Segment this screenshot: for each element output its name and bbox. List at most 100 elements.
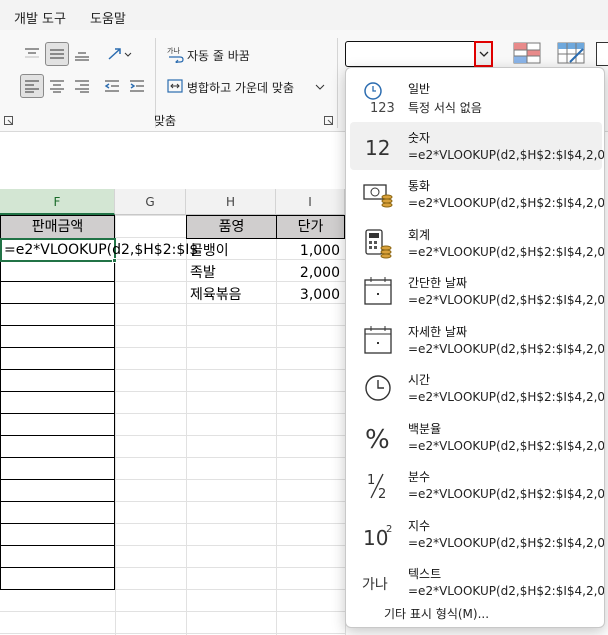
column-header-h[interactable]: H	[186, 189, 276, 215]
align-center-button[interactable]	[45, 74, 69, 98]
format-option-general[interactable]: 123 일반특정 서식 없음	[350, 73, 602, 121]
text-icon: 가나	[360, 564, 396, 600]
number-format-combobox[interactable]	[345, 41, 493, 67]
currency-icon	[360, 176, 396, 212]
product-name[interactable]: 제육볶음	[190, 284, 242, 306]
f-column-cell[interactable]	[0, 347, 115, 370]
f-column-cell[interactable]	[0, 479, 115, 502]
format-option-time[interactable]: 시간 =e2*VLOOKUP(d2,$H$2:$I$4,2,0)	[350, 364, 604, 412]
cell-styles-button[interactable]	[596, 42, 608, 66]
conditional-formatting-button[interactable]	[512, 40, 544, 68]
align-left-icon	[25, 80, 39, 93]
format-option-scientific[interactable]: 10 2 지수 =e2*VLOOKUP(d2,$H$2:$I$4,2,0)	[350, 510, 605, 558]
format-option-text[interactable]: 가나 텍스트 =e2*VLOOKUP(d2,$H$2:$I$4,2,0)	[350, 558, 604, 606]
alignment-group-label: 맞춤	[154, 114, 177, 128]
align-bottom-icon	[75, 52, 89, 61]
menu-bar: 개발 도구 도움말	[0, 0, 608, 30]
align-right-icon	[75, 80, 89, 93]
product-name[interactable]: 골뱅이	[190, 240, 229, 262]
column-header-g[interactable]: G	[115, 189, 186, 215]
align-top-icon	[25, 48, 39, 58]
align-top-button[interactable]	[20, 42, 44, 66]
format-option-sample: =e2*VLOOKUP(d2,$H$2:$I$4,2,0)	[408, 196, 605, 210]
orientation-icon	[108, 48, 132, 60]
column-header-i[interactable]: I	[276, 189, 345, 215]
f-column-cell[interactable]	[0, 413, 115, 436]
format-option-sample: =e2*VLOOKUP(d2,$H$2:$I$4,2,0)	[408, 341, 605, 356]
price-header-cell[interactable]: 단가	[276, 215, 345, 239]
format-option-name: 숫자	[408, 130, 431, 145]
format-option-short-date[interactable]: 간단한 날짜 =e2*VLOOKUP(d2,$H$2:$I$4,2,0)	[350, 267, 604, 315]
format-option-sample: 특정 서식 없음	[408, 101, 482, 115]
format-as-table-icon	[557, 42, 585, 64]
f-header-cell[interactable]: 판매금액	[0, 215, 115, 239]
format-option-sample: =e2*VLOOKUP(d2,$H$2:$I$4,2,0)	[408, 487, 605, 501]
alignment-dialog-launcher-icon[interactable]	[324, 116, 334, 126]
f-column-cell[interactable]	[0, 325, 115, 348]
format-option-number[interactable]: 12 숫자 =e2*VLOOKUP(d2,$H$2:$I$4,2,0)	[350, 121, 604, 170]
f-column-cell[interactable]	[0, 457, 115, 480]
format-as-table-button[interactable]	[556, 40, 588, 68]
general-icon: 123	[360, 79, 396, 115]
svg-text:1: 1	[367, 473, 375, 488]
format-option-name: 일반	[408, 82, 431, 96]
f-column-cell[interactable]	[0, 435, 115, 458]
align-bottom-button[interactable]	[70, 42, 94, 66]
format-option-accounting[interactable]: 회계 =e2*VLOOKUP(d2,$H$2:$I$4,2,0)	[350, 219, 605, 267]
align-right-button[interactable]	[70, 74, 94, 98]
format-option-fraction[interactable]: 1 2 분수 =e2*VLOOKUP(d2,$H$2:$I$4,2,0)	[350, 461, 605, 509]
svg-text:가나: 가나	[362, 577, 388, 593]
f-column-cell[interactable]	[0, 281, 115, 304]
format-option-name: 자세한 날짜	[408, 324, 468, 339]
column-gridline	[186, 215, 187, 635]
menu-developer[interactable]: 개발 도구	[14, 8, 66, 27]
format-option-name: 분수	[408, 470, 431, 484]
svg-text:가나: 가나	[167, 46, 180, 55]
format-option-name: 회계	[408, 227, 431, 242]
align-left-button[interactable]	[20, 74, 44, 98]
format-option-long-date[interactable]: 자세한 날짜 =e2*VLOOKUP(d2,$H$2:$I$4,2,0)	[350, 316, 605, 364]
product-price[interactable]: 3,000	[276, 284, 340, 306]
menu-help[interactable]: 도움말	[90, 8, 126, 27]
short-date-icon	[360, 273, 396, 309]
format-option-currency[interactable]: 통화 =e2*VLOOKUP(d2,$H$2:$I$4,2,0)	[350, 170, 605, 218]
product-header-cell[interactable]: 품영	[186, 215, 276, 239]
f-column-cell[interactable]	[0, 545, 115, 568]
f-column-cell[interactable]	[0, 391, 115, 414]
row-gridline	[0, 611, 345, 612]
f-column-cell[interactable]	[0, 259, 115, 282]
product-price[interactable]: 2,000	[276, 262, 340, 284]
merge-center-button[interactable]: 병합하고 가운데 맞춤	[165, 74, 331, 98]
product-name[interactable]: 족발	[190, 262, 216, 284]
long-date-icon	[360, 322, 396, 358]
format-option-sample: =e2*VLOOKUP(d2,$H$2:$I$4,2,0)	[408, 244, 605, 259]
decrease-indent-button[interactable]	[100, 74, 124, 98]
orientation-button[interactable]	[104, 42, 134, 66]
more-number-formats-link[interactable]: 기타 표시 형식(M)...	[384, 605, 489, 622]
format-option-percent[interactable]: % 백분율 =e2*VLOOKUP(d2,$H$2:$I$4,2,0)	[350, 413, 604, 461]
format-option-sample: =e2*VLOOKUP(d2,$H$2:$I$4,2,0)	[408, 535, 605, 550]
wrap-text-button[interactable]: 가나 자동 줄 바꿈	[165, 42, 275, 66]
column-gridline	[115, 215, 116, 635]
fill-handle[interactable]	[112, 258, 117, 263]
f-column-cell[interactable]	[0, 567, 115, 590]
column-header-f[interactable]: F	[0, 189, 115, 215]
f-column-cell[interactable]	[0, 303, 115, 326]
f-column-cell[interactable]	[0, 523, 115, 546]
f-column-cell[interactable]	[0, 369, 115, 392]
number-format-menu: 123 일반 특정 서식 없음 12 숫자 =e2*VLOOKUP(d2,$H$2:$I$…	[345, 67, 605, 628]
accounting-icon	[360, 225, 396, 261]
svg-text:2: 2	[378, 487, 386, 502]
increase-indent-button[interactable]	[125, 74, 149, 98]
fraction-icon: 12	[360, 467, 396, 503]
format-option-name: 텍스트	[408, 567, 442, 581]
product-price[interactable]: 1,000	[276, 240, 340, 262]
f-column-cell[interactable]	[0, 501, 115, 524]
scientific-icon: 10 2	[360, 516, 396, 552]
align-middle-button[interactable]	[45, 42, 69, 66]
row-gridline	[0, 633, 345, 634]
dialog-launcher-icon[interactable]	[4, 116, 14, 126]
number-format-dropdown-button[interactable]	[474, 41, 493, 67]
percent-icon: %	[360, 419, 396, 455]
wrap-text-icon: 가나	[167, 46, 184, 63]
